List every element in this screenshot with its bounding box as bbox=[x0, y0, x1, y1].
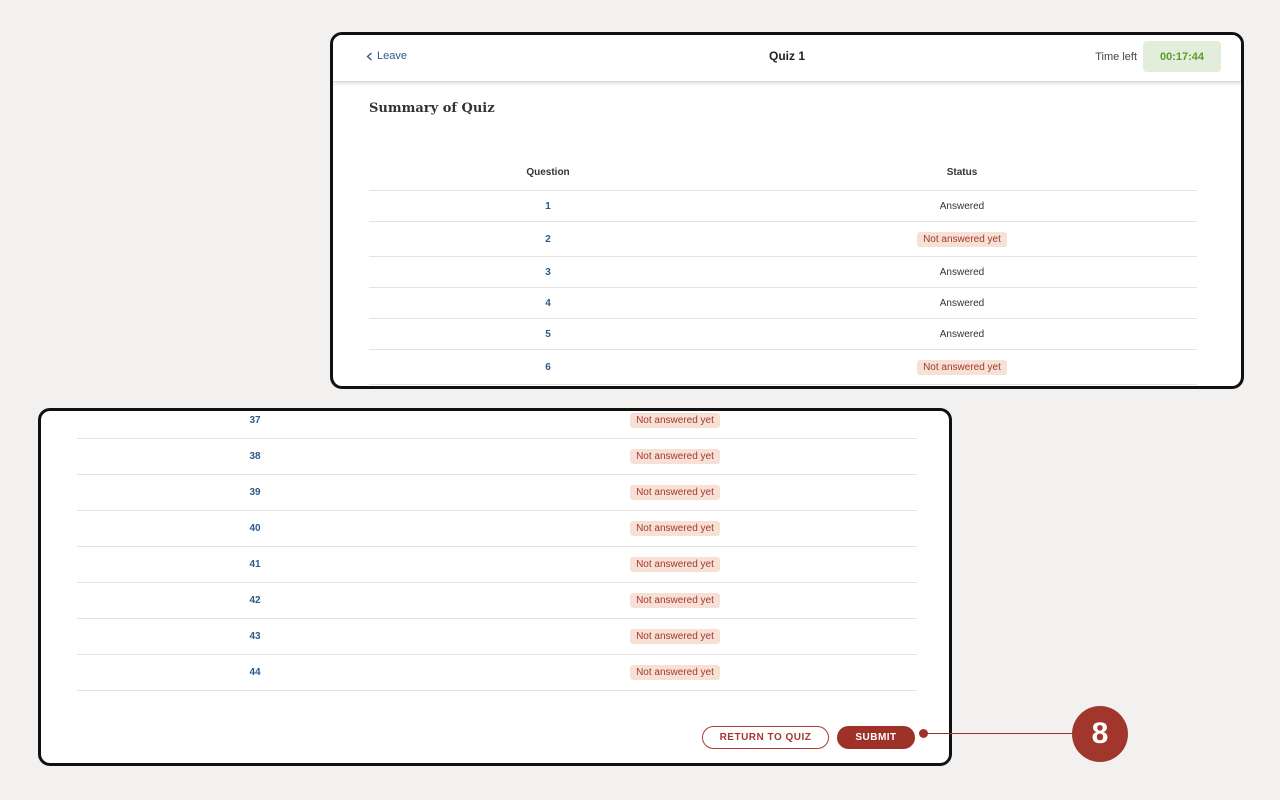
summary-table: Question Status 1 Answered 2 Not answered y… bbox=[369, 155, 1197, 385]
return-to-quiz-button[interactable]: RETURN TO QUIZ bbox=[702, 726, 829, 749]
question-number-link[interactable]: 6 bbox=[545, 362, 551, 373]
question-number-link[interactable]: 2 bbox=[545, 234, 551, 245]
column-header-question: Question bbox=[369, 155, 727, 191]
question-cell: 1 bbox=[369, 190, 727, 222]
status-cell: Not answered yet bbox=[727, 221, 1197, 257]
table-row: 42 Not answered yet bbox=[77, 582, 917, 619]
status-badge-not-answered: Not answered yet bbox=[630, 485, 720, 500]
status-answered: Answered bbox=[939, 200, 985, 212]
status-cell: Not answered yet bbox=[433, 582, 917, 619]
status-cell: Not answered yet bbox=[727, 349, 1197, 385]
question-cell: 40 bbox=[77, 510, 433, 547]
question-cell: 5 bbox=[369, 318, 727, 350]
quiz-summary-top-frame: Leave Quiz 1 Time left 00:17:44 Summary … bbox=[330, 32, 1244, 389]
status-badge-not-answered: Not answered yet bbox=[630, 593, 720, 608]
status-answered: Answered bbox=[939, 266, 985, 278]
table-row: 6 Not answered yet bbox=[369, 349, 1197, 385]
status-cell: Answered bbox=[727, 287, 1197, 319]
question-cell: 44 bbox=[77, 654, 433, 691]
status-answered: Answered bbox=[939, 328, 985, 340]
question-cell: 41 bbox=[77, 546, 433, 583]
table-row: 44 Not answered yet bbox=[77, 654, 917, 691]
table-row: 41 Not answered yet bbox=[77, 546, 917, 583]
status-cell: Not answered yet bbox=[433, 510, 917, 547]
callout-connector-line bbox=[924, 733, 1076, 734]
status-badge-not-answered: Not answered yet bbox=[630, 413, 720, 428]
status-badge-not-answered: Not answered yet bbox=[917, 231, 1007, 247]
time-left-label: Time left bbox=[1095, 51, 1137, 63]
question-number-link[interactable]: 42 bbox=[249, 595, 260, 606]
table-row: 4 Answered bbox=[369, 287, 1197, 319]
time-left-timer: 00:17:44 bbox=[1143, 41, 1221, 72]
status-cell: Not answered yet bbox=[433, 474, 917, 511]
callout-connector-dot bbox=[919, 729, 928, 738]
question-cell: 37 bbox=[77, 411, 433, 439]
question-cell: 3 bbox=[369, 256, 727, 288]
status-answered: Answered bbox=[939, 297, 985, 309]
question-number-link[interactable]: 40 bbox=[249, 523, 260, 534]
question-cell: 39 bbox=[77, 474, 433, 511]
question-number-link[interactable]: 1 bbox=[545, 201, 551, 212]
status-badge-not-answered: Not answered yet bbox=[630, 629, 720, 644]
summary-table-continued: 37 Not answered yet 38 Not answered yet 39 No… bbox=[77, 411, 917, 691]
status-cell: Not answered yet bbox=[433, 411, 917, 439]
question-cell: 2 bbox=[369, 221, 727, 257]
question-number-link[interactable]: 43 bbox=[249, 631, 260, 642]
table-row: 2 Not answered yet bbox=[369, 221, 1197, 257]
status-badge-not-answered: Not answered yet bbox=[630, 449, 720, 464]
table-row: 39 Not answered yet bbox=[77, 474, 917, 511]
question-number-link[interactable]: 5 bbox=[545, 329, 551, 340]
column-header-status: Status bbox=[727, 155, 1197, 191]
summary-table-body: 37 Not answered yet 38 Not answered yet 39 No… bbox=[77, 411, 917, 691]
question-cell: 38 bbox=[77, 438, 433, 475]
question-cell: 42 bbox=[77, 582, 433, 619]
question-number-link[interactable]: 41 bbox=[249, 559, 260, 570]
question-cell: 4 bbox=[369, 287, 727, 319]
status-badge-not-answered: Not answered yet bbox=[630, 521, 720, 536]
table-row: 5 Answered bbox=[369, 318, 1197, 350]
status-badge-not-answered: Not answered yet bbox=[630, 665, 720, 680]
table-row: 3 Answered bbox=[369, 256, 1197, 288]
question-number-link[interactable]: 37 bbox=[249, 415, 260, 426]
table-row: 40 Not answered yet bbox=[77, 510, 917, 547]
table-row: 37 Not answered yet bbox=[77, 411, 917, 439]
status-cell: Answered bbox=[727, 190, 1197, 222]
summary-table-body: 1 Answered 2 Not answered yet 3 Answered 4 Answ… bbox=[369, 190, 1197, 385]
table-row: 38 Not answered yet bbox=[77, 438, 917, 475]
callout-step-badge: 8 bbox=[1072, 706, 1128, 762]
question-number-link[interactable]: 4 bbox=[545, 298, 551, 309]
table-row: 1 Answered bbox=[369, 190, 1197, 222]
status-cell: Not answered yet bbox=[433, 654, 917, 691]
quiz-summary-bottom-frame: 37 Not answered yet 38 Not answered yet 39 No… bbox=[38, 408, 952, 766]
status-cell: Not answered yet bbox=[433, 618, 917, 655]
status-badge-not-answered: Not answered yet bbox=[917, 359, 1007, 375]
status-cell: Not answered yet bbox=[433, 438, 917, 475]
quiz-header: Leave Quiz 1 Time left 00:17:44 bbox=[333, 35, 1241, 82]
status-cell: Answered bbox=[727, 256, 1197, 288]
question-cell: 6 bbox=[369, 349, 727, 385]
table-header-row: Question Status bbox=[369, 155, 1197, 191]
question-cell: 43 bbox=[77, 618, 433, 655]
submit-button[interactable]: SUBMIT bbox=[837, 726, 915, 749]
status-cell: Not answered yet bbox=[433, 546, 917, 583]
table-row: 43 Not answered yet bbox=[77, 618, 917, 655]
question-number-link[interactable]: 3 bbox=[545, 267, 551, 278]
question-number-link[interactable]: 44 bbox=[249, 667, 260, 678]
status-badge-not-answered: Not answered yet bbox=[630, 557, 720, 572]
summary-title: Summary of Quiz bbox=[369, 101, 495, 116]
status-cell: Answered bbox=[727, 318, 1197, 350]
question-number-link[interactable]: 38 bbox=[249, 451, 260, 462]
question-number-link[interactable]: 39 bbox=[249, 487, 260, 498]
